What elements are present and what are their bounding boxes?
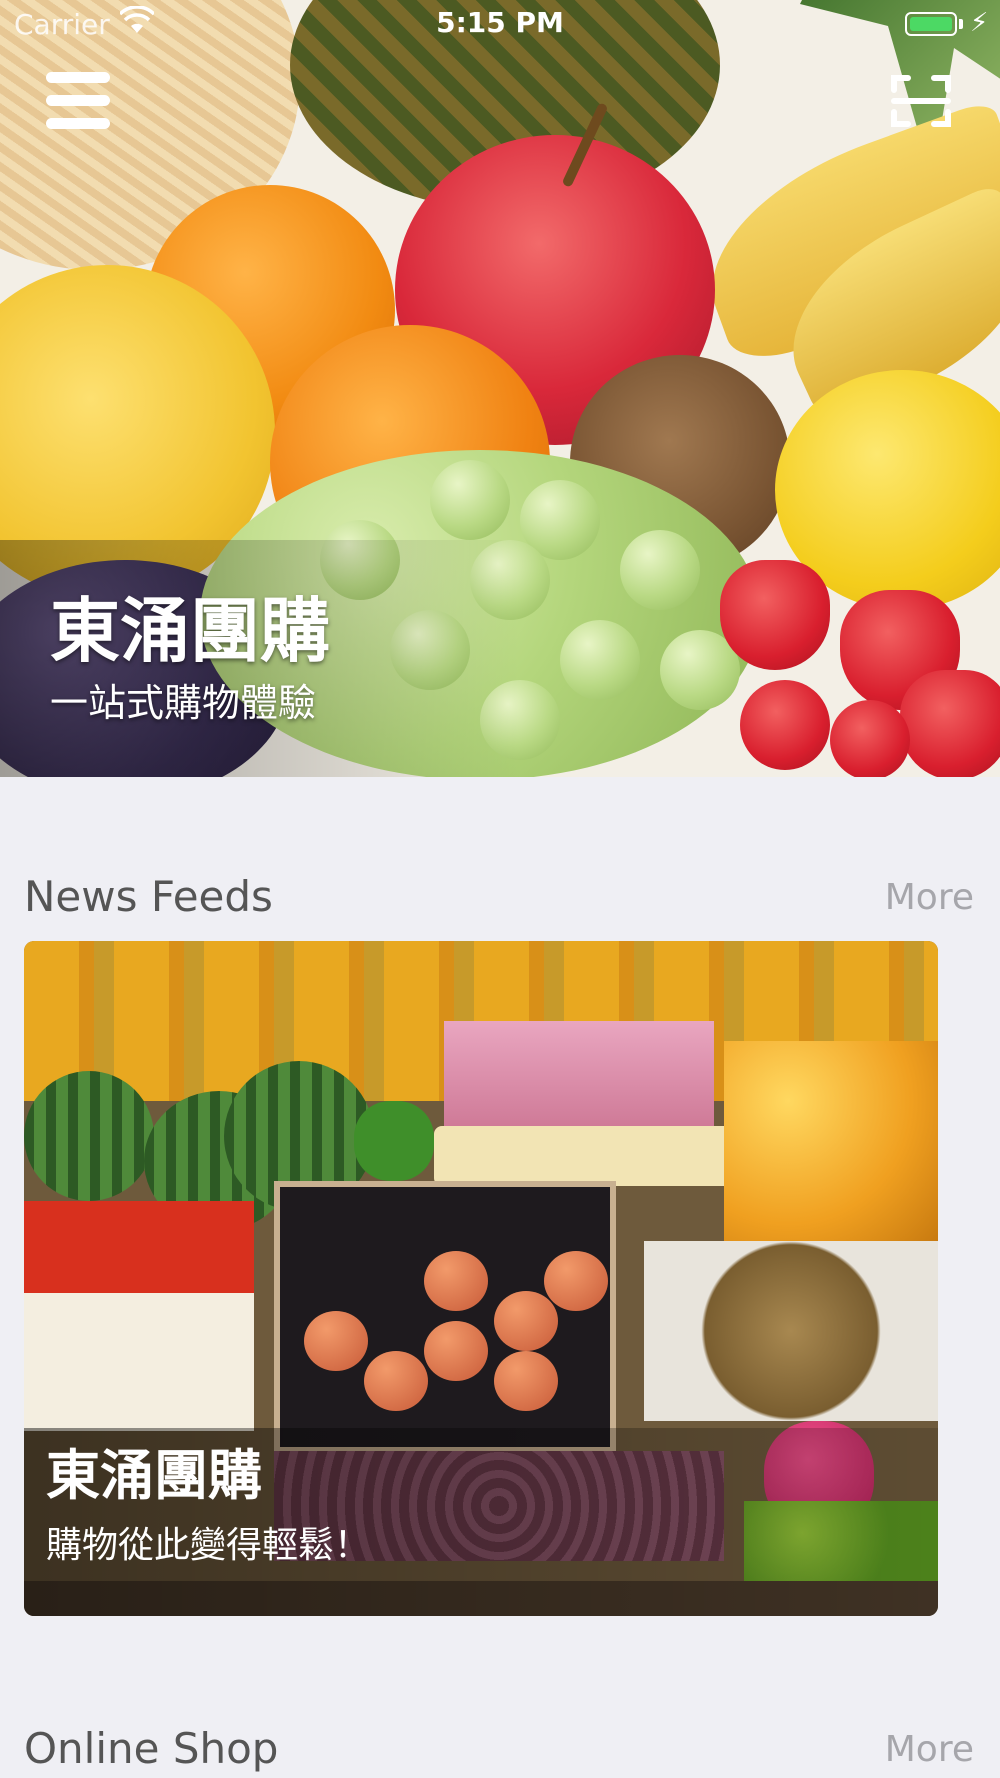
kiwi-tray-image (644, 1241, 938, 1421)
scan-qr-icon[interactable] (890, 72, 952, 130)
grape-image (620, 530, 700, 610)
peach-image (494, 1351, 558, 1411)
watermelon-image (24, 1071, 154, 1201)
gift-basket-image (434, 1126, 744, 1186)
cherry-image (830, 700, 910, 777)
peach-image (424, 1251, 488, 1311)
charging-bolt-icon: ⚡ (970, 8, 989, 38)
grape-image (560, 620, 640, 700)
battery-level (910, 17, 952, 31)
battery-tip (959, 19, 963, 29)
status-time: 5:15 PM (436, 6, 564, 39)
strawberry-image (900, 670, 1000, 777)
cherry-box-image (24, 1201, 254, 1431)
status-bar: Carrier 5:15 PM ⚡ (0, 0, 1000, 50)
pepper-image (354, 1101, 434, 1181)
peach-image (304, 1311, 368, 1371)
news-card-title: 東涌團購 (46, 1444, 262, 1507)
peach-image (364, 1351, 428, 1411)
news-feeds-more-link[interactable]: More (885, 877, 974, 918)
hero-title: 東涌團購 (50, 590, 330, 672)
news-card[interactable]: 東涌團購 購物從此變得輕鬆！ (24, 941, 938, 1616)
hero-banner[interactable]: 東涌團購 一站式購物體驗 (0, 0, 1000, 777)
peach-image (494, 1291, 558, 1351)
news-feeds-title: News Feeds (24, 872, 273, 921)
grape-image (430, 460, 510, 540)
online-shop-title: Online Shop (24, 1724, 279, 1773)
strawberry-image (720, 560, 830, 670)
peach-image (424, 1321, 488, 1381)
hamburger-menu-icon[interactable] (46, 72, 110, 130)
battery-icon (905, 12, 957, 36)
news-card-subtitle: 購物從此變得輕鬆！ (46, 1525, 371, 1566)
peach-image (544, 1251, 608, 1311)
online-shop-more-link[interactable]: More (885, 1729, 974, 1770)
hero-subtitle: 一站式購物體驗 (50, 681, 317, 725)
mangoes-image (724, 1041, 938, 1241)
cherry-image (740, 680, 830, 770)
